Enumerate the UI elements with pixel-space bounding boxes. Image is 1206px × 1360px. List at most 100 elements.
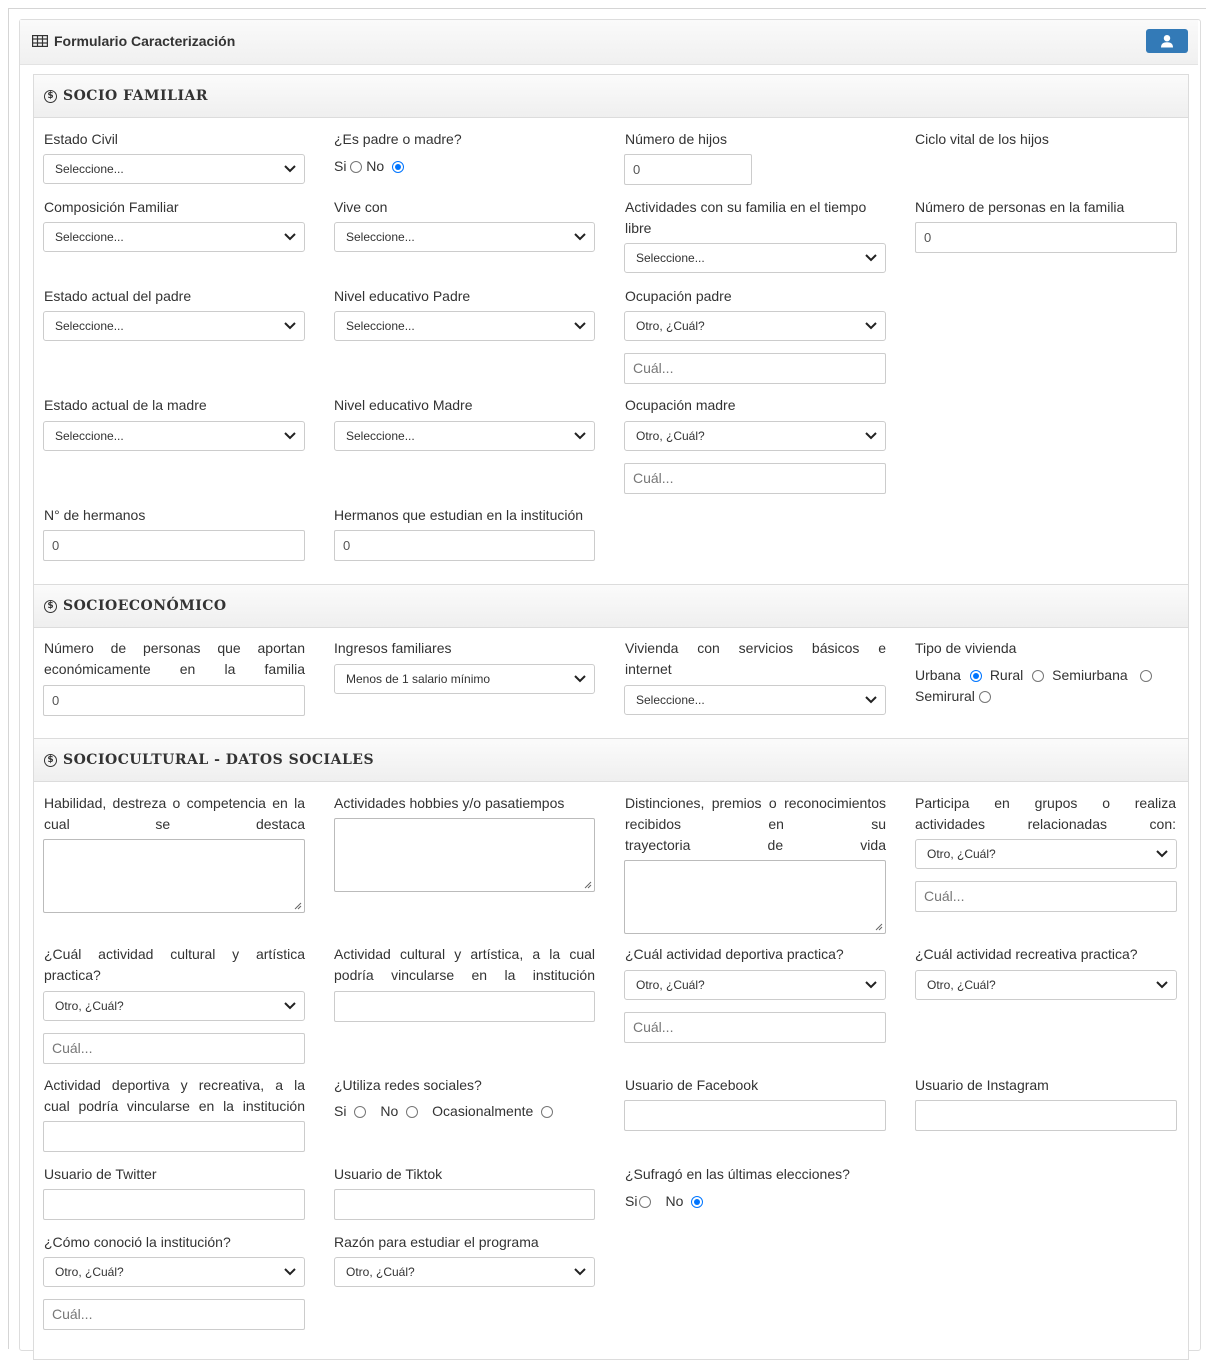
estado-madre-select[interactable]: Seleccione... xyxy=(43,421,305,451)
sufrago-radio-group: Si No xyxy=(625,1191,704,1211)
chevron-down-icon xyxy=(865,322,877,330)
form-title: Formulario Caracterización xyxy=(54,33,236,49)
chevron-down-icon xyxy=(1156,850,1168,858)
conocio-cual-input[interactable]: Cuál... xyxy=(43,1299,305,1330)
chevron-down-icon xyxy=(574,233,586,241)
radio-ocasionalmente[interactable] xyxy=(541,1106,554,1118)
numero-hijos-input[interactable]: 0 xyxy=(624,154,752,185)
distinciones-textarea[interactable] xyxy=(624,860,886,934)
select-value: Seleccione... xyxy=(346,429,415,443)
label-actividades-familia: Actividades con su familia en el tiempo l… xyxy=(625,197,887,239)
cultural-vincular-input[interactable] xyxy=(334,991,595,1022)
radio-no[interactable] xyxy=(392,161,405,173)
label-conocio: ¿Cómo conoció la institución? xyxy=(44,1234,231,1250)
tiktok-input[interactable] xyxy=(334,1189,595,1220)
composicion-select[interactable]: Seleccione... xyxy=(43,222,305,252)
chevron-down-icon xyxy=(284,432,296,440)
label-line: trayectoria de vida xyxy=(625,837,886,853)
label-line: Participa en grupos o realiza xyxy=(915,795,1176,811)
label-habilidad: Habilidad, destreza o competencia en la … xyxy=(44,793,305,835)
label-tipo-vivienda: Tipo de vivienda xyxy=(915,640,1017,656)
nivel-madre-select[interactable]: Seleccione... xyxy=(334,421,595,451)
select-value: Otro, ¿Cuál? xyxy=(636,319,705,333)
radio-no[interactable] xyxy=(691,1196,704,1208)
deportiva-vincular-input[interactable] xyxy=(43,1121,305,1152)
recreativa-select[interactable]: Otro, ¿Cuál? xyxy=(915,970,1177,1000)
label-line: Actividades con su familia en el tiempo xyxy=(625,199,867,215)
hobbies-textarea[interactable] xyxy=(334,818,595,892)
label-nivel-padre: Nivel educativo Padre xyxy=(334,288,471,304)
label-deportiva-vincular: Actividad deportiva y recreativa, a la c… xyxy=(44,1075,305,1117)
instagram-input[interactable] xyxy=(915,1100,1177,1131)
select-value: Seleccione... xyxy=(346,319,415,333)
cultural-practica-select[interactable]: Otro, ¿Cuál? xyxy=(43,991,305,1021)
radio-label-rural: Rural xyxy=(989,667,1024,683)
nivel-padre-select[interactable]: Seleccione... xyxy=(334,311,595,341)
label-razon: Razón para estudiar el programa xyxy=(334,1234,539,1250)
personas-familia-input[interactable]: 0 xyxy=(915,222,1177,253)
label-estado-padre: Estado actual del padre xyxy=(44,288,192,304)
label-line: Número de personas que aportan xyxy=(44,640,305,656)
twitter-input[interactable] xyxy=(43,1189,305,1220)
facebook-input[interactable] xyxy=(624,1100,886,1131)
radio-si[interactable] xyxy=(350,161,363,173)
deportiva-select[interactable]: Otro, ¿Cuál? xyxy=(624,970,886,1000)
aportan-input[interactable]: 0 xyxy=(43,685,305,716)
chevron-down-icon xyxy=(574,432,586,440)
cultural-practica-cual-input[interactable]: Cuál... xyxy=(43,1033,305,1064)
user-button[interactable] xyxy=(1146,29,1188,53)
es-padre-radio-group: Si No xyxy=(334,156,405,176)
hermanos-input[interactable]: 0 xyxy=(43,530,305,561)
hermanos-institucion-input[interactable]: 0 xyxy=(334,530,595,561)
select-value: Seleccione... xyxy=(346,230,415,244)
estado-civil-select[interactable]: Seleccione... xyxy=(43,154,305,184)
section-title: SOCIOECONÓMICO xyxy=(63,598,227,614)
chevron-down-icon xyxy=(284,165,296,173)
ingresos-select[interactable]: Menos de 1 salario mínimo xyxy=(334,664,595,694)
deportiva-cual-input[interactable]: Cuál... xyxy=(624,1012,886,1043)
label-line: ¿Cuál actividad cultural y artística xyxy=(44,946,305,962)
dollar-coin-icon: $ xyxy=(44,599,57,613)
radio-rural[interactable] xyxy=(1032,670,1045,682)
label-line: podría vincularse en la institución xyxy=(334,967,595,983)
select-value: Seleccione... xyxy=(55,162,124,176)
vivienda-servicios-select[interactable]: Seleccione... xyxy=(624,685,886,715)
select-value: Seleccione... xyxy=(55,429,124,443)
label-es-padre: ¿Es padre o madre? xyxy=(334,131,462,147)
grupos-select[interactable]: Otro, ¿Cuál? xyxy=(915,839,1177,869)
label-vivienda-servicios: Vivienda con servicios básicos e interne… xyxy=(625,638,886,680)
conocio-select[interactable]: Otro, ¿Cuál? xyxy=(43,1257,305,1287)
habilidad-textarea[interactable] xyxy=(43,839,305,913)
label-line: Habilidad, destreza o competencia en la xyxy=(44,795,305,811)
chevron-down-icon xyxy=(1156,981,1168,989)
select-value: Otro, ¿Cuál? xyxy=(346,1265,415,1279)
radio-si[interactable] xyxy=(639,1196,652,1208)
ocupacion-madre-cual-input[interactable]: Cuál... xyxy=(624,463,886,494)
radio-label-ocasionalmente: Ocasionalmente xyxy=(432,1103,534,1119)
radio-no[interactable] xyxy=(406,1106,419,1118)
resize-grip-icon xyxy=(875,923,883,931)
label-aportan: Número de personas que aportan económica… xyxy=(44,638,305,680)
user-icon xyxy=(1161,35,1173,48)
ocupacion-padre-select[interactable]: Otro, ¿Cuál? xyxy=(624,311,886,341)
vive-con-select[interactable]: Seleccione... xyxy=(334,222,595,252)
radio-si[interactable] xyxy=(354,1106,367,1118)
select-value: Otro, ¿Cuál? xyxy=(636,978,705,992)
ocupacion-padre-cual-input[interactable]: Cuál... xyxy=(624,353,886,384)
label-vive-con: Vive con xyxy=(334,199,388,215)
ocupacion-madre-select[interactable]: Otro, ¿Cuál? xyxy=(624,421,886,451)
razon-select[interactable]: Otro, ¿Cuál? xyxy=(334,1257,595,1287)
grupos-cual-input[interactable]: Cuál... xyxy=(915,881,1177,912)
section-title: SOCIO FAMILIAR xyxy=(63,88,208,104)
actividades-familia-select[interactable]: Seleccione... xyxy=(624,243,886,273)
radio-semirural[interactable] xyxy=(978,691,991,703)
chevron-down-icon xyxy=(865,696,877,704)
label-tiktok: Usuario de Tiktok xyxy=(334,1166,443,1182)
select-value: Otro, ¿Cuál? xyxy=(927,978,996,992)
label-hermanos: N° de hermanos xyxy=(44,507,146,523)
resize-grip-icon xyxy=(584,881,592,889)
radio-semiurbana[interactable] xyxy=(1139,670,1152,682)
label-instagram: Usuario de Instagram xyxy=(915,1077,1049,1093)
radio-urbana[interactable] xyxy=(969,670,982,682)
estado-padre-select[interactable]: Seleccione... xyxy=(43,311,305,341)
